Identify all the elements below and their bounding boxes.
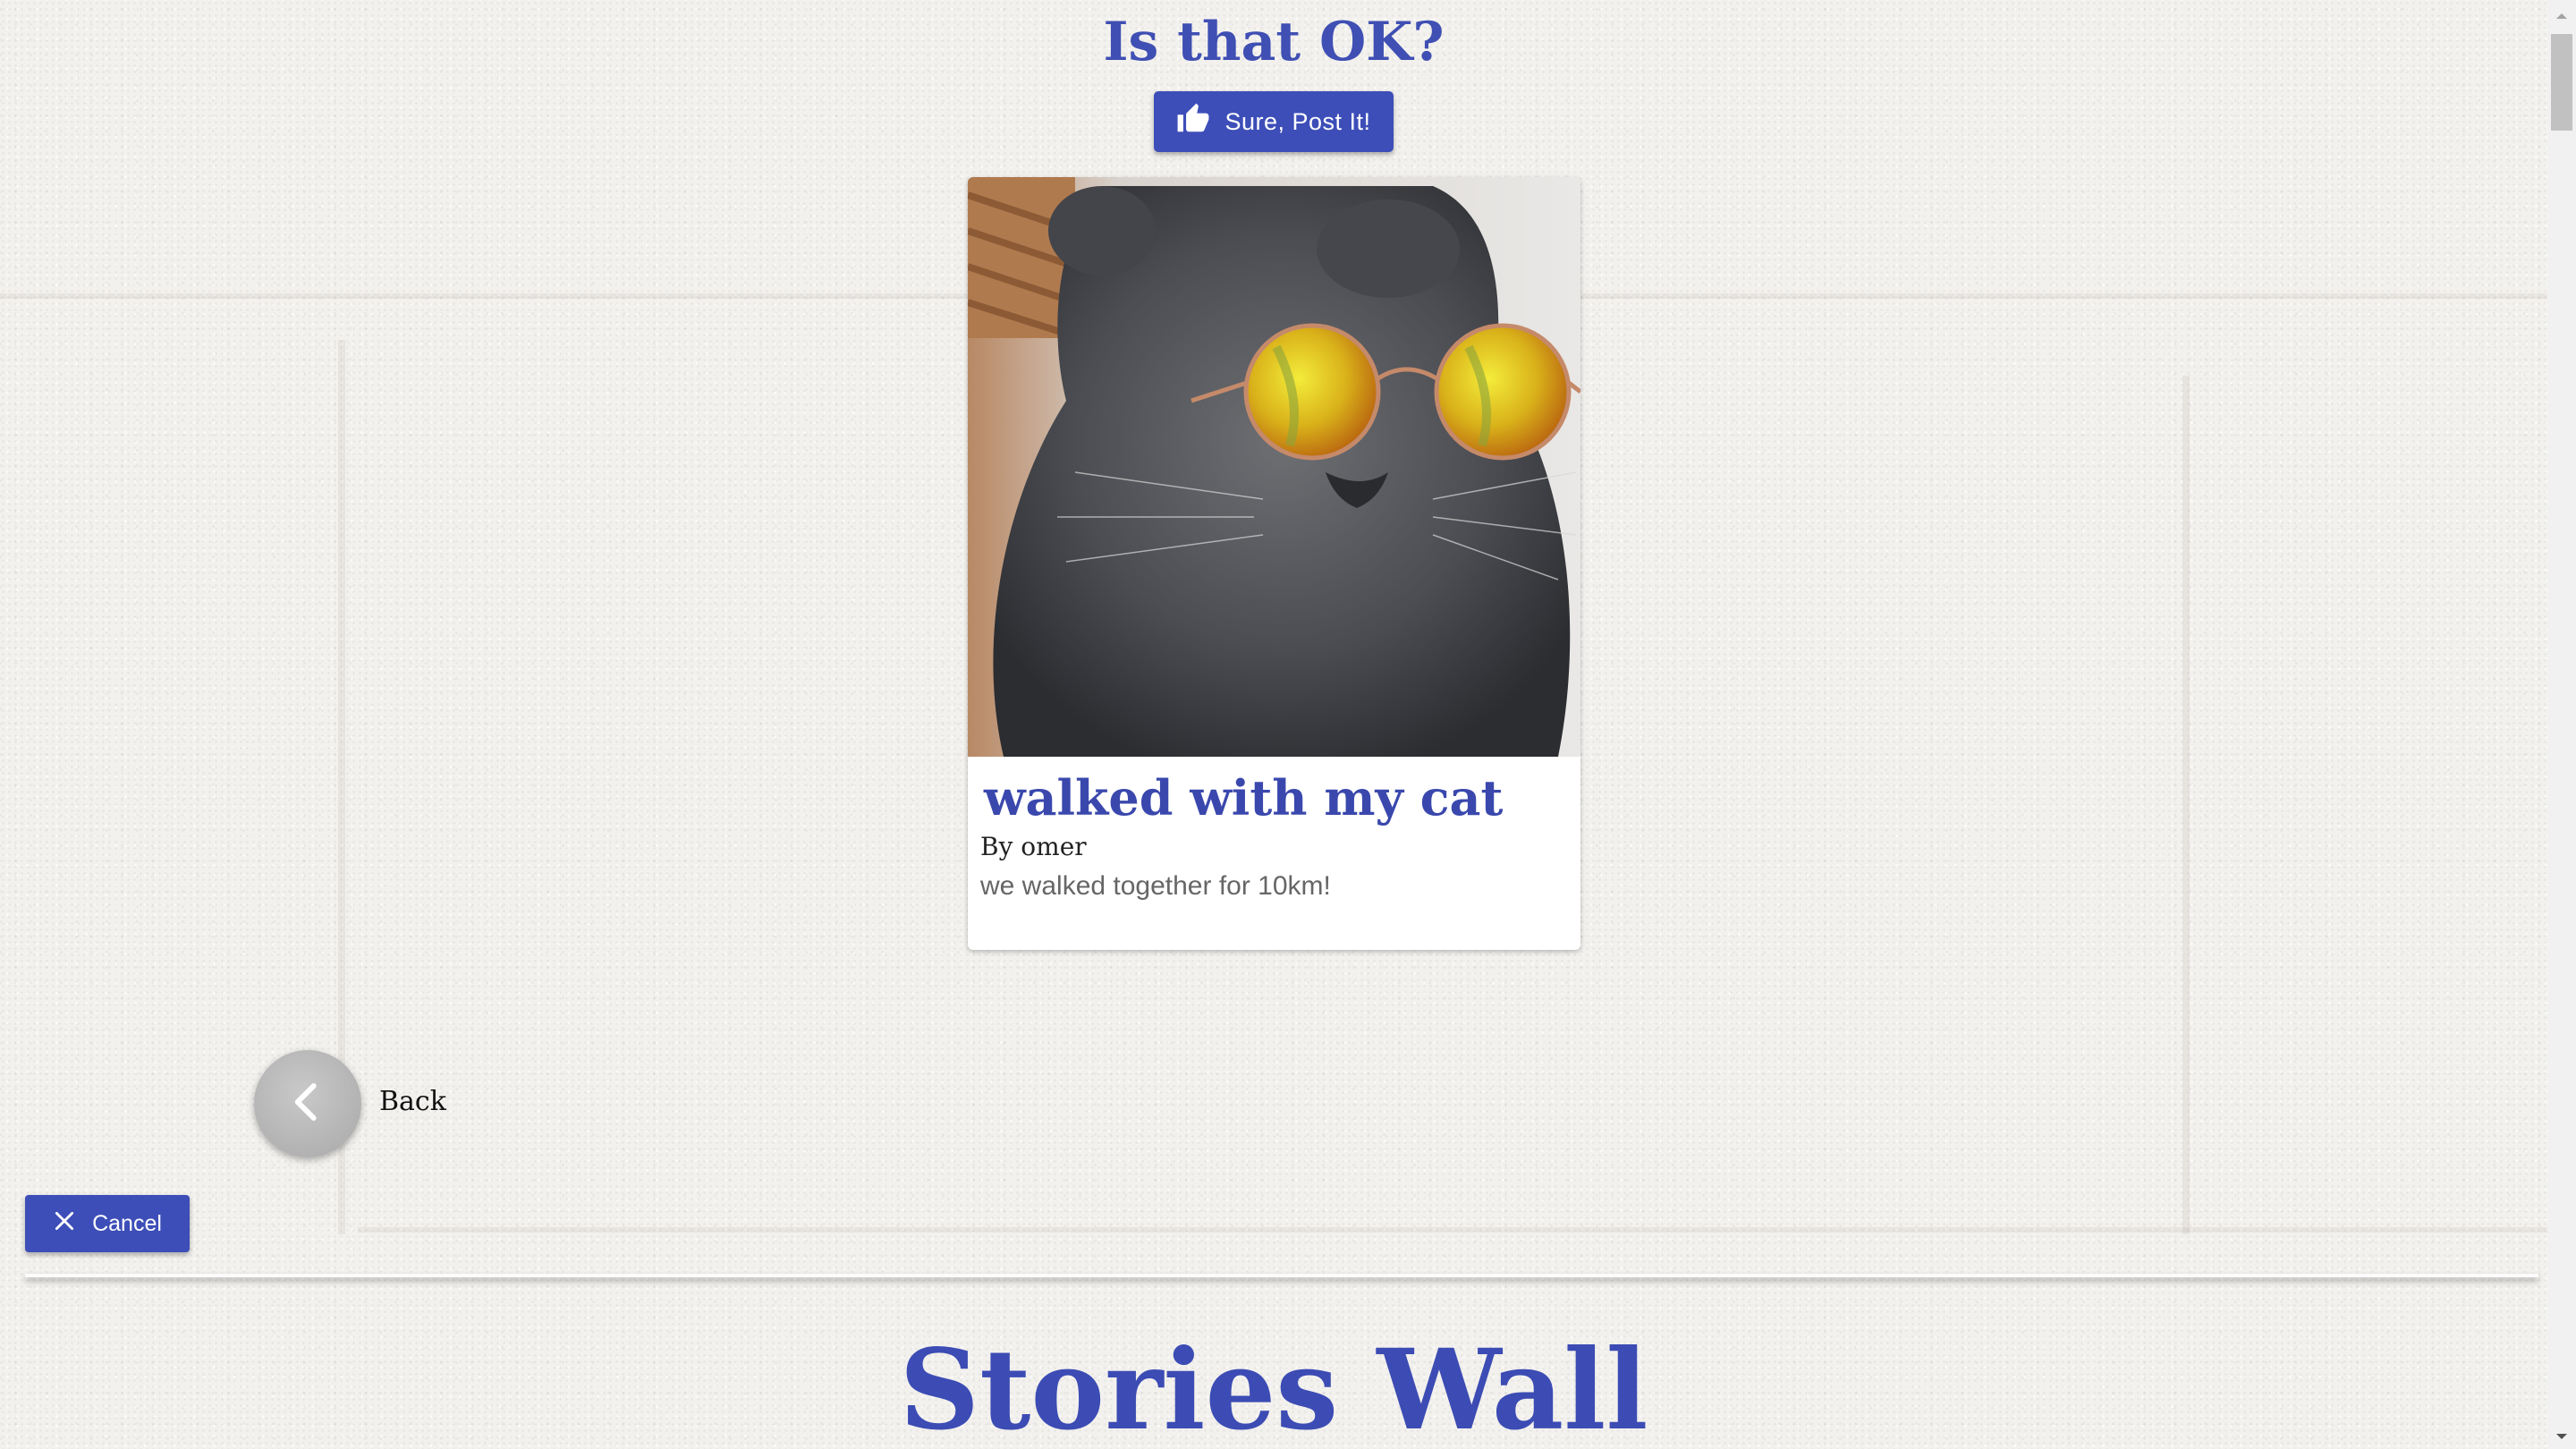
story-card: walked with my cat By omer we walked tog… <box>968 177 1580 950</box>
scrollbar-thumb[interactable] <box>2551 34 2572 131</box>
story-author: By omer <box>980 832 1087 861</box>
back-button[interactable] <box>254 1050 361 1157</box>
post-it-label: Sure, Post It! <box>1224 107 1371 135</box>
back-label[interactable]: Back <box>379 1086 446 1117</box>
wall-seam <box>2182 376 2190 1234</box>
section-divider <box>25 1274 2538 1277</box>
thumbs-up-icon <box>1176 102 1210 142</box>
close-icon <box>53 1209 76 1239</box>
stories-wall-heading: Stories Wall <box>899 1326 1648 1449</box>
cancel-label: Cancel <box>92 1210 162 1236</box>
story-body: we walked together for 10km! <box>980 871 1331 901</box>
scroll-down-arrow-icon[interactable] <box>2547 1424 2576 1449</box>
story-title: walked with my cat <box>984 769 1504 826</box>
confirm-heading: Is that OK? <box>1103 11 1445 73</box>
vertical-scrollbar[interactable] <box>2547 0 2576 1449</box>
chevron-left-icon <box>284 1078 332 1131</box>
scroll-up-arrow-icon[interactable] <box>2547 4 2576 29</box>
post-it-button[interactable]: Sure, Post It! <box>1154 91 1394 152</box>
story-photo <box>968 177 1580 757</box>
cancel-button[interactable]: Cancel <box>25 1195 190 1252</box>
wall-seam <box>358 1227 2547 1233</box>
